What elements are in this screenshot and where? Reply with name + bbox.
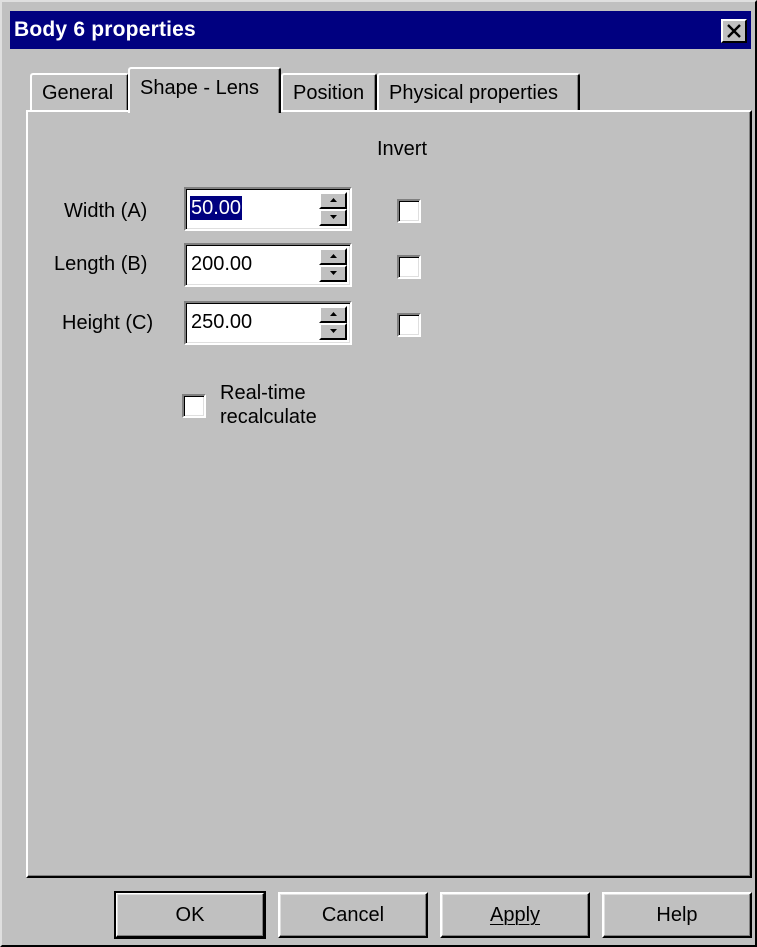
length-spinner bbox=[319, 248, 347, 282]
tab-shape-lens-label: Shape - Lens bbox=[140, 77, 259, 99]
tab-shape-lens[interactable]: Shape - Lens bbox=[128, 67, 281, 113]
close-icon bbox=[727, 24, 741, 38]
tab-panel-shape-lens: Invert Width (A) 50.00 Length (B) 200.00 bbox=[26, 110, 752, 878]
invert-header: Invert bbox=[377, 138, 428, 160]
height-input[interactable]: 250.00 bbox=[184, 301, 352, 345]
help-button[interactable]: Help bbox=[602, 892, 752, 938]
ok-label: OK bbox=[175, 904, 205, 926]
tab-general-label: General bbox=[42, 82, 114, 104]
height-spin-up-button[interactable] bbox=[319, 306, 347, 323]
realtime-label-line1: Real-time bbox=[220, 382, 306, 404]
width-spinner bbox=[319, 192, 347, 226]
spin-down-icon bbox=[330, 215, 337, 219]
width-spin-down-button[interactable] bbox=[319, 209, 347, 226]
help-label: Help bbox=[656, 904, 698, 926]
height-value: 250.00 bbox=[191, 311, 253, 333]
tab-general[interactable]: General bbox=[30, 73, 129, 112]
width-label: Width (A) bbox=[64, 200, 148, 222]
length-value: 200.00 bbox=[191, 253, 253, 275]
height-spinner bbox=[319, 306, 347, 340]
realtime-recalculate-label: Real-time recalculate bbox=[220, 381, 317, 429]
realtime-recalculate-checkbox[interactable] bbox=[182, 394, 206, 418]
cancel-label: Cancel bbox=[321, 904, 385, 926]
tab-position[interactable]: Position bbox=[281, 73, 377, 112]
apply-label: Apply bbox=[489, 904, 541, 926]
width-input[interactable]: 50.00 bbox=[184, 187, 352, 231]
width-spin-up-button[interactable] bbox=[319, 192, 347, 209]
title-bar[interactable]: Body 6 properties bbox=[10, 11, 751, 49]
properties-dialog: Body 6 properties General Shape - Lens P… bbox=[0, 0, 757, 947]
spin-down-icon bbox=[330, 271, 337, 275]
length-spin-up-button[interactable] bbox=[319, 248, 347, 265]
apply-button[interactable]: Apply bbox=[440, 892, 590, 938]
spin-up-icon bbox=[330, 254, 337, 258]
width-invert-checkbox[interactable] bbox=[397, 199, 421, 223]
height-label: Height (C) bbox=[62, 312, 154, 334]
length-label: Length (B) bbox=[54, 253, 148, 275]
ok-button[interactable]: OK bbox=[114, 891, 266, 939]
close-button[interactable] bbox=[721, 19, 747, 43]
height-invert-checkbox[interactable] bbox=[397, 313, 421, 337]
height-spin-down-button[interactable] bbox=[319, 323, 347, 340]
length-input[interactable]: 200.00 bbox=[184, 243, 352, 287]
window-title: Body 6 properties bbox=[14, 18, 196, 41]
length-invert-checkbox[interactable] bbox=[397, 255, 421, 279]
length-spin-down-button[interactable] bbox=[319, 265, 347, 282]
realtime-label-line2: recalculate bbox=[220, 406, 317, 428]
tab-physical-properties-label: Physical properties bbox=[389, 82, 558, 104]
tab-position-label: Position bbox=[293, 82, 365, 104]
cancel-button[interactable]: Cancel bbox=[278, 892, 428, 938]
spin-up-icon bbox=[330, 312, 337, 316]
width-value: 50.00 bbox=[190, 196, 243, 220]
spin-up-icon bbox=[330, 198, 337, 202]
tab-physical-properties[interactable]: Physical properties bbox=[377, 73, 580, 112]
spin-down-icon bbox=[330, 329, 337, 333]
